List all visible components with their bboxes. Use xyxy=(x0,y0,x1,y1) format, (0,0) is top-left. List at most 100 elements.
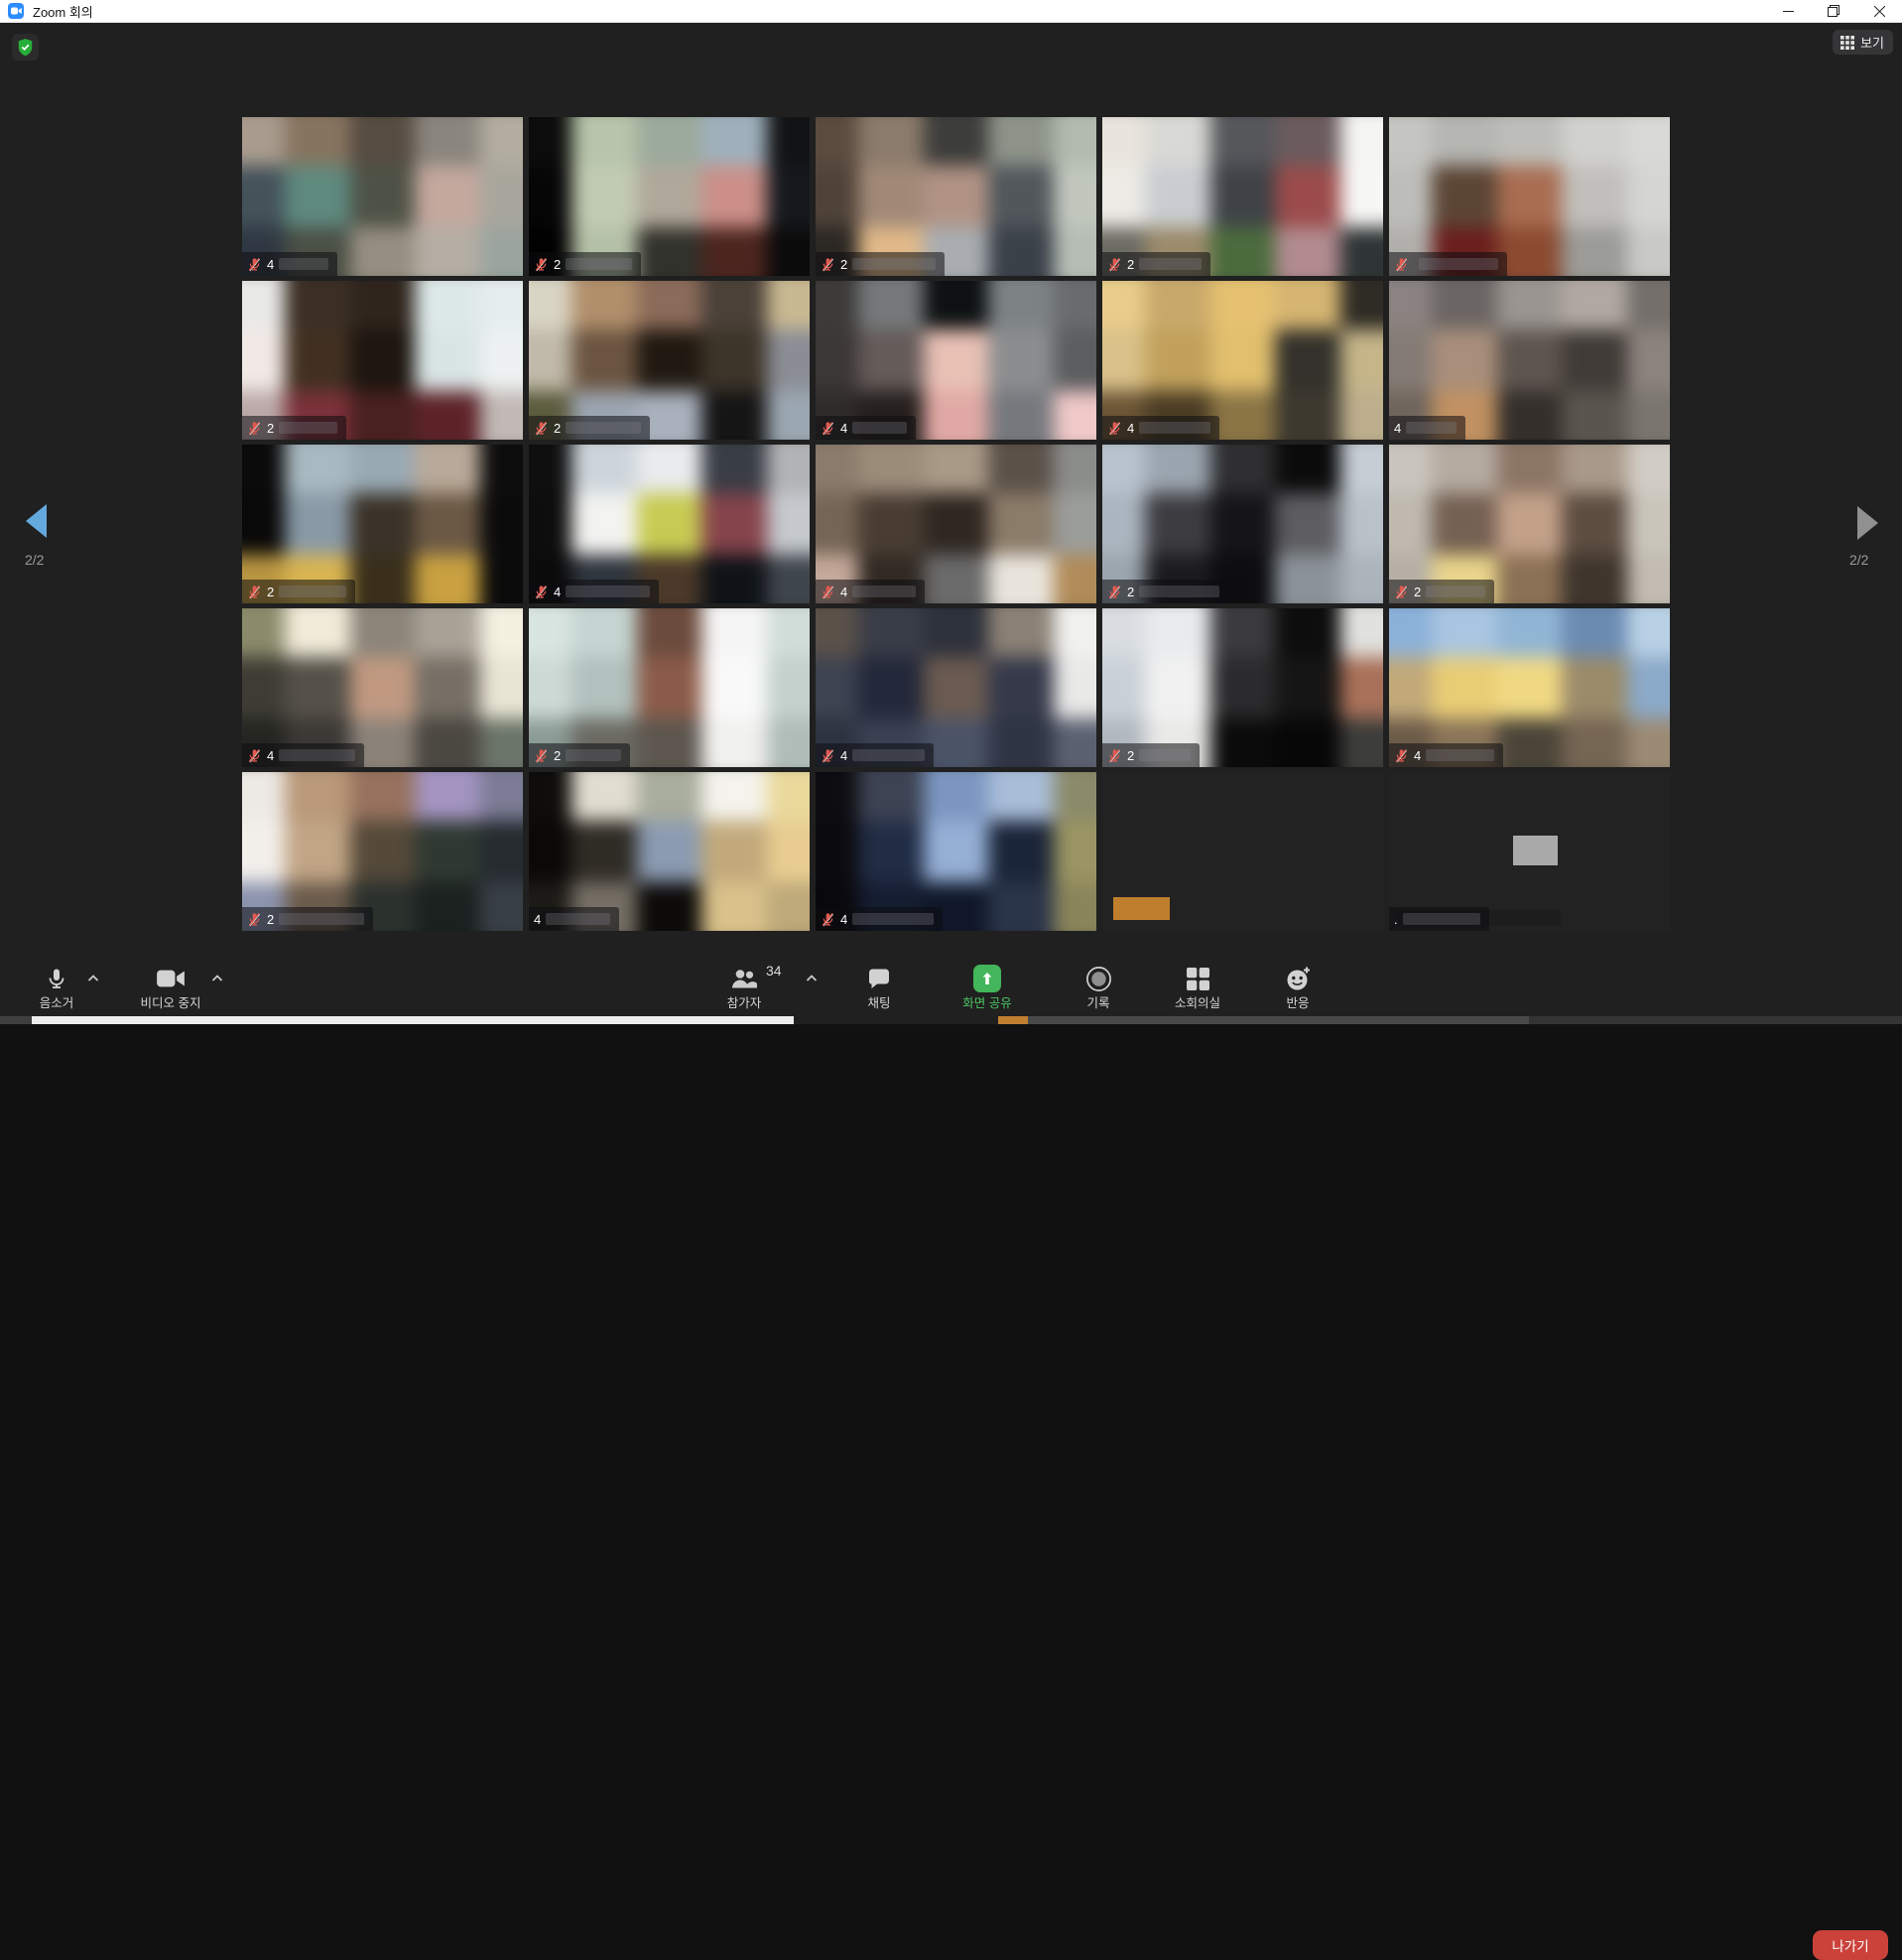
blurred-name xyxy=(1139,586,1219,597)
video-options-chevron[interactable] xyxy=(211,970,223,987)
participant-name-bar: 2 xyxy=(1102,580,1228,603)
participant-name-bar: 4 xyxy=(529,580,659,603)
window-controls xyxy=(1765,0,1902,22)
video-tile[interactable]: 4 xyxy=(242,117,523,276)
leave-meeting-button[interactable]: 나가기 xyxy=(1813,1930,1888,1960)
participant-name: 4 xyxy=(840,913,847,926)
participant-name: . xyxy=(1394,913,1398,926)
muted-mic-icon xyxy=(1107,421,1122,436)
video-gallery: 4222224442442242424244. xyxy=(242,117,1670,931)
participant-name: 2 xyxy=(554,749,561,762)
video-tile[interactable]: . xyxy=(1389,772,1670,931)
participant-name: 4 xyxy=(840,749,847,762)
breakout-rooms-button[interactable]: 소회의실 xyxy=(1153,964,1242,1011)
bottom-edge-strip xyxy=(0,1016,1902,1024)
record-label: 기록 xyxy=(1054,996,1143,1011)
video-tile[interactable]: 4 xyxy=(529,445,810,603)
video-tile[interactable]: 4 xyxy=(1389,281,1670,440)
breakout-rooms-icon xyxy=(1153,964,1242,993)
chat-bubble-icon xyxy=(834,964,924,993)
minimize-button[interactable] xyxy=(1765,0,1811,22)
blurred-name xyxy=(852,586,916,597)
reactions-button[interactable]: 반응 xyxy=(1253,964,1342,1011)
video-tile[interactable]: 4 xyxy=(1389,608,1670,767)
muted-mic-icon xyxy=(247,748,262,763)
participant-name-bar: 2 xyxy=(529,743,630,767)
view-button-label: 보기 xyxy=(1860,33,1884,52)
participant-name-bar: 2 xyxy=(242,416,346,440)
video-tile[interactable]: 2 xyxy=(1102,117,1383,276)
video-tile[interactable] xyxy=(1389,117,1670,276)
muted-mic-icon xyxy=(247,421,262,436)
security-shield-badge[interactable] xyxy=(12,34,39,61)
video-tile[interactable]: 4 xyxy=(816,445,1096,603)
video-tile[interactable]: 2 xyxy=(529,117,810,276)
participant-name: 2 xyxy=(267,586,274,598)
participant-name: 4 xyxy=(534,913,541,926)
muted-mic-icon xyxy=(1394,257,1409,272)
blurred-name xyxy=(566,258,632,270)
participant-name: 4 xyxy=(840,422,847,435)
video-tile[interactable]: 2 xyxy=(242,281,523,440)
video-tile[interactable]: 4 xyxy=(816,772,1096,931)
blurred-name xyxy=(279,586,346,597)
video-tile[interactable]: 2 xyxy=(529,281,810,440)
strip-segment xyxy=(1028,1016,1529,1024)
video-tile[interactable]: 2 xyxy=(242,445,523,603)
muted-mic-icon xyxy=(247,912,262,927)
participant-name: 4 xyxy=(1394,422,1401,435)
blurred-name xyxy=(852,258,936,270)
previous-page-arrow[interactable] xyxy=(26,504,47,538)
video-tile[interactable]: 4 xyxy=(242,608,523,767)
participant-name: 4 xyxy=(840,586,847,598)
stop-video-button[interactable]: 비디오 중지 xyxy=(126,964,215,1011)
participant-name: 4 xyxy=(1414,749,1421,762)
video-tile[interactable]: 4 xyxy=(816,281,1096,440)
video-tile[interactable]: 2 xyxy=(529,608,810,767)
record-button[interactable]: 기록 xyxy=(1054,964,1143,1011)
muted-mic-icon xyxy=(534,748,549,763)
mute-options-chevron[interactable] xyxy=(87,970,99,987)
participant-name-bar: 4 xyxy=(242,252,337,276)
shield-check-icon xyxy=(17,38,34,57)
zoom-app-icon xyxy=(8,3,24,19)
restore-button[interactable] xyxy=(1811,0,1856,22)
blurred-name xyxy=(1403,913,1480,925)
participant-name-bar: 4 xyxy=(816,580,925,603)
page-indicator-right: 2/2 xyxy=(1849,552,1868,568)
breakout-rooms-label: 소회의실 xyxy=(1153,996,1242,1011)
stop-video-label: 비디오 중지 xyxy=(126,996,215,1011)
blurred-name xyxy=(1139,258,1202,270)
video-tile[interactable]: 4 xyxy=(816,608,1096,767)
participant-name: 4 xyxy=(267,258,274,271)
next-page-arrow[interactable] xyxy=(1857,506,1878,540)
view-button[interactable]: 보기 xyxy=(1833,30,1893,55)
participant-name-bar: 2 xyxy=(242,907,373,931)
participant-name-bar: . xyxy=(1389,907,1489,931)
muted-mic-icon xyxy=(821,748,835,763)
video-tile[interactable]: 2 xyxy=(1389,445,1670,603)
close-button[interactable] xyxy=(1856,0,1902,22)
video-tile[interactable]: 2 xyxy=(242,772,523,931)
share-screen-button[interactable]: 화면 공유 xyxy=(943,964,1032,1011)
participant-name-bar: 4 xyxy=(242,743,364,767)
muted-mic-icon xyxy=(1394,748,1409,763)
blurred-name xyxy=(279,258,328,270)
video-tile[interactable] xyxy=(1102,772,1383,931)
participants-options-chevron[interactable] xyxy=(806,970,818,987)
video-tile[interactable]: 2 xyxy=(1102,445,1383,603)
video-tile[interactable]: 4 xyxy=(529,772,810,931)
video-tile[interactable]: 4 xyxy=(1102,281,1383,440)
participant-name: 2 xyxy=(554,258,561,271)
muted-mic-icon xyxy=(1394,585,1409,599)
video-tile[interactable]: 2 xyxy=(1102,608,1383,767)
reactions-label: 반응 xyxy=(1253,996,1342,1011)
participant-name: 4 xyxy=(267,749,274,762)
blurred-name xyxy=(279,422,337,434)
muted-mic-icon xyxy=(534,421,549,436)
mute-label: 음소거 xyxy=(12,996,101,1011)
video-tile[interactable]: 2 xyxy=(816,117,1096,276)
participant-name: 2 xyxy=(1414,586,1421,598)
participant-name-bar: 2 xyxy=(816,252,945,276)
chat-button[interactable]: 채팅 xyxy=(834,964,924,1011)
